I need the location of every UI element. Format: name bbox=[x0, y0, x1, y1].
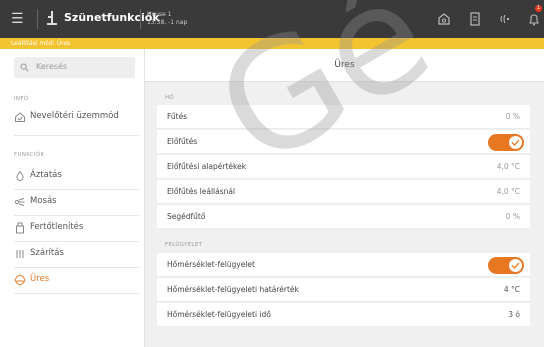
setting-row-temp-monitor[interactable]: Hőmérséklet-felügyelet bbox=[157, 253, 530, 277]
bell-icon[interactable] bbox=[526, 11, 542, 27]
sidebar-item-label: Fertőtlenítés bbox=[30, 222, 84, 232]
sidebar-item-label: Mosás bbox=[30, 196, 57, 206]
device-info[interactable]: House 1 13:38, -1 nap bbox=[147, 11, 187, 27]
setting-label: Előfűtés leállásnál bbox=[167, 187, 236, 196]
divider bbox=[14, 189, 139, 190]
setting-row-temp-limit[interactable]: Hőmérséklet-felügyeleti határérték 4 °C bbox=[157, 278, 530, 302]
sidebar-item-empty[interactable]: Üres bbox=[14, 272, 139, 288]
divider bbox=[14, 293, 139, 294]
setting-label: Hőmérséklet-felügyeleti határérték bbox=[167, 285, 299, 294]
panel-header: Üres bbox=[145, 49, 544, 82]
setting-value: 4,0 °C bbox=[496, 162, 520, 171]
setting-row-temp-time[interactable]: Hőmérséklet-felügyeleti idő 3 ó bbox=[157, 303, 530, 327]
dry-icon bbox=[16, 250, 24, 258]
setting-label: Hőmérséklet-felügyelet bbox=[167, 260, 255, 269]
search-input[interactable]: Keresés bbox=[14, 57, 135, 78]
section-heading-functions: FUNKCIÓK bbox=[14, 152, 45, 158]
device-status: 13:38, -1 nap bbox=[147, 19, 188, 26]
setting-row-preheat[interactable]: Előfűtés bbox=[157, 130, 530, 154]
sidebar: Keresés INFÓ Nevelőtéri üzemmód FUNKCIÓK… bbox=[0, 49, 145, 347]
divider bbox=[14, 267, 139, 268]
setting-value: 0 % bbox=[505, 212, 520, 221]
sidebar-item-mode[interactable]: Nevelőtéri üzemmód bbox=[14, 109, 139, 125]
sidebar-item-label: Nevelőtéri üzemmód bbox=[30, 111, 119, 121]
notice-text: Leállítási mód: Üres bbox=[11, 40, 71, 47]
notification-badge: 1 bbox=[535, 5, 542, 12]
empty-icon bbox=[15, 275, 25, 285]
disinfect-icon bbox=[16, 222, 24, 234]
menu-icon[interactable]: ☰ bbox=[11, 11, 25, 27]
setting-row-heating[interactable]: Fűtés 0 % bbox=[157, 105, 530, 129]
document-icon[interactable] bbox=[467, 11, 483, 27]
main-panel: Üres HŐ Fűtés 0 % Előfűtés Előfűtési ala… bbox=[145, 49, 544, 347]
check-icon bbox=[511, 262, 520, 269]
wash-icon bbox=[14, 198, 25, 206]
setting-value: 4,0 °C bbox=[496, 187, 520, 196]
toggle-knob bbox=[509, 259, 522, 272]
divider bbox=[140, 9, 141, 29]
setting-value: 0 % bbox=[505, 112, 520, 121]
group-heading-monitor: FELÜGYELET bbox=[165, 242, 203, 248]
setting-row-preheat-at-stop[interactable]: Előfűtés leállásnál 4,0 °C bbox=[157, 180, 530, 204]
temp-monitor-toggle[interactable] bbox=[488, 257, 524, 274]
sidebar-item-label: Üres bbox=[30, 274, 50, 284]
group-heading-heat: HŐ bbox=[165, 95, 175, 101]
soak-icon bbox=[16, 170, 24, 182]
setting-row-preheat-setpoints[interactable]: Előfűtési alapértékek 4,0 °C bbox=[157, 155, 530, 179]
mode-icon bbox=[15, 112, 25, 122]
home-icon[interactable] bbox=[436, 11, 452, 27]
sidebar-item-label: Szárítás bbox=[30, 248, 64, 258]
top-bar: ☰ Szünetfunkciók House 1 13:38, -1 nap 1 bbox=[0, 0, 544, 38]
setting-label: Segédfűtő bbox=[167, 212, 206, 221]
device-name: House 1 bbox=[147, 11, 172, 18]
divider bbox=[37, 9, 38, 29]
panel-title: Üres bbox=[334, 60, 355, 70]
setting-row-aux-heater[interactable]: Segédfűtő 0 % bbox=[157, 205, 530, 229]
divider bbox=[14, 215, 139, 216]
setting-value: 3 ó bbox=[508, 310, 520, 319]
check-icon bbox=[511, 139, 520, 146]
notice-bar: Leállítási mód: Üres bbox=[0, 38, 544, 49]
page-title: Szünetfunkciók bbox=[64, 11, 160, 24]
toggle-knob bbox=[509, 136, 522, 149]
search-placeholder: Keresés bbox=[36, 62, 68, 71]
setting-label: Fűtés bbox=[167, 112, 188, 121]
divider bbox=[14, 135, 139, 136]
preheat-toggle[interactable] bbox=[488, 134, 524, 151]
search-icon bbox=[20, 63, 29, 72]
sidebar-item-label: Áztatás bbox=[30, 170, 62, 180]
sidebar-item-wash[interactable]: Mosás bbox=[14, 194, 139, 210]
sidebar-item-disinfect[interactable]: Fertőtlenítés bbox=[14, 220, 139, 236]
sidebar-item-dry[interactable]: Szárítás bbox=[14, 246, 139, 262]
signal-icon[interactable] bbox=[497, 11, 513, 27]
divider bbox=[14, 241, 139, 242]
program-icon bbox=[47, 11, 57, 25]
section-heading-info: INFÓ bbox=[14, 96, 29, 102]
setting-label: Előfűtési alapértékek bbox=[167, 162, 247, 171]
sidebar-item-soak[interactable]: Áztatás bbox=[14, 168, 139, 184]
setting-label: Előfűtés bbox=[167, 137, 198, 146]
setting-value: 4 °C bbox=[503, 285, 520, 294]
setting-label: Hőmérséklet-felügyeleti idő bbox=[167, 310, 271, 319]
